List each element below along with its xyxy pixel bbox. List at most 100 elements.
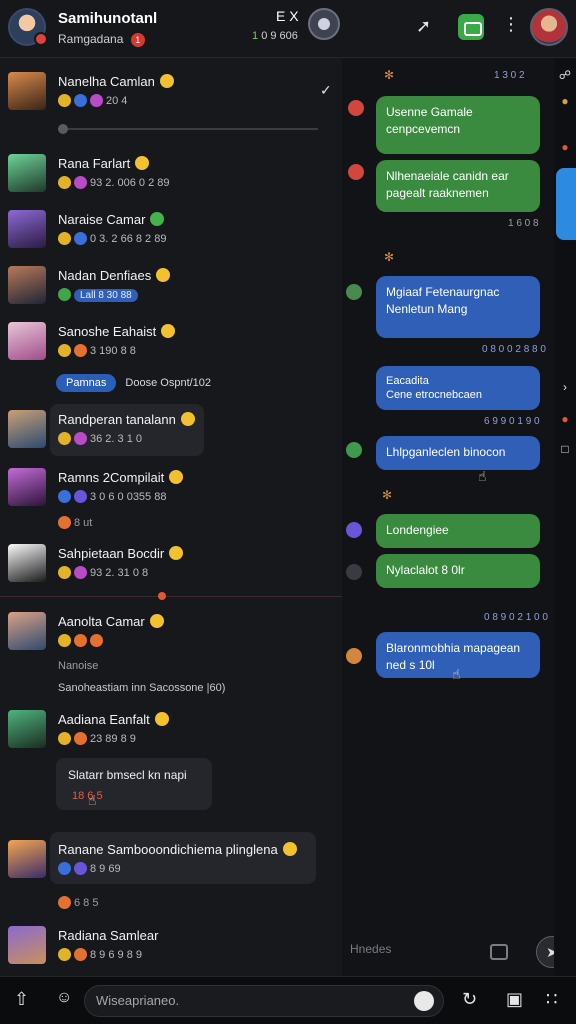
pointer-hand-icon: ☝ — [452, 666, 461, 682]
chat-meta: 3 0 6 0 0355 88 — [58, 490, 166, 503]
system-icon: ✻ — [382, 488, 393, 502]
image-icon[interactable]: ▣ — [506, 989, 523, 1010]
badge-icon — [58, 490, 71, 503]
chat-meta: 0 3. 2 66 8 2 89 — [58, 232, 166, 245]
message-input[interactable]: Hnedes — [350, 942, 391, 956]
emoji-icon — [180, 412, 195, 426]
badge-icon — [74, 94, 87, 107]
chat-name: Radiana Samlear — [58, 928, 158, 943]
badge-icon[interactable]: ● — [558, 94, 572, 108]
status-badge — [34, 32, 48, 46]
filter-chip[interactable]: Pamnas Doose Ospnt/102 — [56, 374, 211, 392]
chat-row[interactable]: Ranane Sambooondichiema plinglena 8 9 69 — [0, 834, 342, 890]
avatar — [8, 926, 46, 964]
chat-row[interactable]: Sanoshe Eahaist 3 190 8 8 — [0, 316, 342, 372]
reply-card[interactable] — [56, 758, 212, 810]
avatar — [8, 544, 46, 582]
meta-text: Lall 8 30 88 — [74, 289, 138, 302]
sender-avatar — [348, 164, 364, 180]
meta-text: 8 9 69 — [90, 863, 121, 875]
badge-icon — [58, 862, 71, 875]
chat-row[interactable]: Aanolta Camar — [0, 606, 342, 662]
sub-line: Nanoise — [58, 660, 99, 672]
emoji-icon — [135, 156, 150, 170]
close-button[interactable]: E X — [276, 8, 299, 24]
more-icon[interactable]: ⋮ — [502, 14, 520, 35]
flame-icon — [58, 896, 71, 909]
emoji-icon[interactable]: ☺ — [56, 989, 72, 1007]
link-icon[interactable]: ☍ — [558, 68, 572, 82]
copy-icon[interactable]: □ — [558, 442, 572, 456]
leaf-icon — [58, 288, 71, 301]
refresh-icon[interactable]: ↻ — [462, 989, 477, 1010]
chat-name: Nadan Denfiaes — [58, 268, 171, 283]
gem-icon — [74, 566, 87, 579]
chat-name-text: Nanelha Camlan — [58, 74, 155, 89]
message-bubble[interactable]: Lhlpganleclen binocon — [376, 436, 540, 470]
alert-icon[interactable]: ● — [558, 140, 572, 154]
counter-text: 0 9 606 — [261, 30, 298, 42]
fire-icon — [74, 344, 87, 357]
chat-row[interactable]: Ramns 2Compilait 3 0 6 0 0355 88 — [0, 462, 342, 518]
chat-row[interactable]: Naraise Camar 0 3. 2 66 8 2 89 — [0, 204, 342, 260]
chat-row[interactable]: Nadan Denfiaes Lall 8 30 88 — [0, 260, 342, 316]
coin-icon — [58, 176, 71, 189]
user-avatar[interactable] — [530, 8, 568, 46]
side-tab[interactable] — [556, 168, 576, 240]
progress-knob[interactable] — [58, 124, 68, 134]
chat-row[interactable]: Sahpietaan Bocdir 93 2. 31 0 8 — [0, 538, 342, 594]
chat-row[interactable]: Radiana Samlear 8 9 6 9 8 9 — [0, 920, 342, 976]
grid-icon[interactable]: ∷ — [546, 989, 557, 1010]
avatar — [8, 266, 46, 304]
avatar — [8, 468, 46, 506]
chat-row[interactable]: Rana Farlart 93 2. 006 0 2 89 — [0, 148, 342, 204]
share-icon[interactable]: ➚ — [416, 16, 431, 37]
meta-text: 3 190 8 8 — [90, 345, 136, 357]
chat-row[interactable]: Nanelha Camlan 20 4 ✓ — [0, 66, 342, 122]
chat-row[interactable]: Aadiana Eanfalt 23 89 8 9 — [0, 704, 342, 760]
sub-line-text: 6 8 5 — [74, 897, 99, 909]
compose-placeholder: Wiseaprianeo. — [96, 993, 180, 1008]
message-bubble[interactable]: Eacadita Cene etrocnebcaen — [376, 366, 540, 410]
coin-icon — [58, 566, 71, 579]
gem-icon — [90, 94, 103, 107]
chat-row[interactable]: Randperan tanalann 36 2. 3 1 0 — [0, 404, 342, 460]
emoji-icon — [150, 212, 165, 226]
profile-icon[interactable] — [308, 8, 340, 40]
message-bubble[interactable]: Nylaclalot 8 0lr — [376, 554, 540, 588]
chat-name: Naraise Camar — [58, 212, 165, 227]
message-bubble[interactable]: Usenne Gamale cenpcevemcn — [376, 96, 540, 154]
chevron-right-icon[interactable]: › — [558, 380, 572, 394]
message-bubble[interactable]: Londengiee — [376, 514, 540, 548]
meta-text: 0 3. 2 66 8 2 89 — [90, 233, 167, 245]
share-icon[interactable]: ⇧ — [14, 989, 29, 1010]
game-icon[interactable] — [458, 14, 484, 40]
chat-name: Rana Farlart — [58, 156, 150, 171]
coin-icon — [58, 232, 71, 245]
message-bubble[interactable]: Nlhenaeiale canidn ear pagealt raaknemen — [376, 160, 540, 212]
chip-pill[interactable]: Pamnas — [56, 374, 117, 392]
meta-text: 20 4 — [106, 95, 128, 107]
flame-icon — [58, 516, 71, 529]
fire-icon — [74, 732, 87, 745]
emoji-icon — [149, 614, 164, 628]
chat-name-text: Radiana Samlear — [58, 928, 159, 943]
pointer-hand-icon: ☝ — [478, 468, 487, 484]
chat-name: Aanolta Camar — [58, 614, 164, 629]
message-bubble[interactable]: Mgiaaf Fetenaurgnac Nenletun Mang — [376, 276, 540, 338]
coin-icon — [58, 948, 71, 961]
attach-icon[interactable] — [490, 944, 508, 960]
pointer-hand-icon: ☝ — [88, 792, 97, 808]
chat-meta: 93 2. 006 0 2 89 — [58, 176, 170, 189]
meta-text: 93 2. 006 0 2 89 — [90, 177, 170, 189]
message-timestamp: 0 8 9 0 2 1 0 0 — [484, 612, 548, 623]
subtitle-badge: 1 — [130, 32, 145, 47]
chat-meta: 93 2. 31 0 8 — [58, 566, 148, 579]
message-timestamp: 6 9 9 0 1 9 0 — [484, 416, 540, 427]
record-icon[interactable]: ● — [558, 412, 572, 426]
chat-meta — [58, 634, 106, 647]
mic-icon[interactable] — [414, 991, 434, 1011]
chat-meta: 3 190 8 8 — [58, 344, 136, 357]
chat-name: Sahpietaan Bocdir — [58, 546, 184, 561]
chat-name: Nanelha Camlan — [58, 74, 174, 89]
